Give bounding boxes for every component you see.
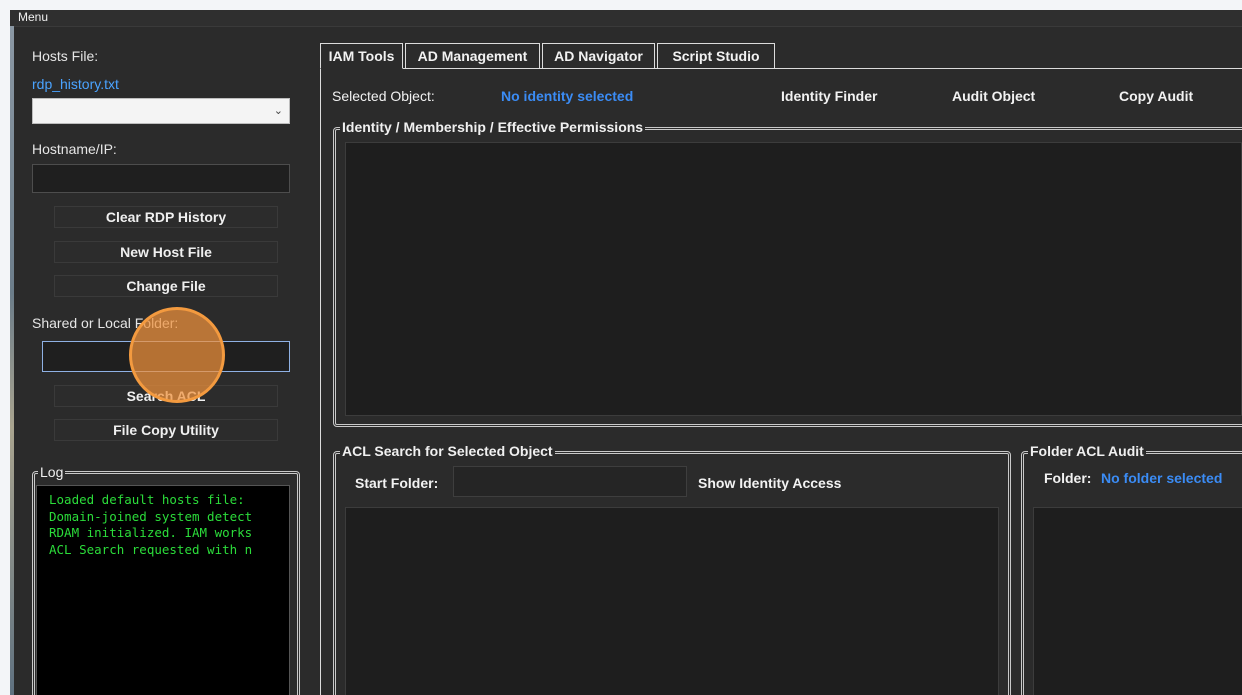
hostname-label: Hostname/IP: [32, 141, 117, 157]
hosts-file-name[interactable]: rdp_history.txt [32, 76, 119, 92]
acl-group-title: ACL Search for Selected Object [340, 443, 555, 459]
menu-item[interactable]: Menu [18, 10, 48, 24]
log-output[interactable]: Loaded default hosts file: Domain-joined… [36, 485, 290, 695]
chevron-down-icon: ⌄ [273, 105, 283, 117]
identity-group-title: Identity / Membership / Effective Permis… [340, 119, 646, 135]
tab-script-studio[interactable]: Script Studio [657, 43, 775, 69]
new-host-file-button[interactable]: New Host File [54, 241, 278, 263]
selected-object-value: No identity selected [501, 88, 634, 104]
folder-value: No folder selected [1101, 470, 1223, 486]
selected-object-label: Selected Object: [332, 88, 435, 104]
tab-ad-management[interactable]: AD Management [405, 43, 540, 69]
hosts-combo[interactable]: ⌄ [32, 98, 290, 124]
copy-audit-button[interactable]: Copy Audit [1119, 88, 1193, 104]
log-line: Domain-joined system detect [49, 508, 253, 524]
app-window: Menu Hosts File: rdp_history.txt ⌄ Hostn… [10, 10, 1242, 695]
tab-ad-navigator[interactable]: AD Navigator [542, 43, 655, 69]
hosts-file-label: Hosts File: [32, 48, 99, 64]
clear-rdp-history-button[interactable]: Clear RDP History [54, 206, 278, 228]
identity-finder-button[interactable]: Identity Finder [781, 88, 877, 104]
folder-audit-title: Folder ACL Audit [1028, 443, 1146, 459]
start-folder-input[interactable] [453, 466, 687, 497]
menu-bar: Menu [10, 10, 1242, 27]
file-copy-utility-button[interactable]: File Copy Utility [54, 419, 278, 441]
tab-iam-tools[interactable]: IAM Tools [320, 43, 403, 69]
acl-results-pane[interactable] [345, 507, 999, 695]
log-line: RDAM initialized. IAM works [49, 525, 253, 540]
click-marker [129, 307, 225, 403]
show-identity-access-button[interactable]: Show Identity Access [698, 475, 841, 491]
log-line: Loaded default hosts file: [49, 492, 245, 507]
hostname-input[interactable] [32, 164, 290, 193]
desktop-edge [10, 26, 14, 695]
folder-label-right: Folder: [1044, 470, 1092, 486]
identity-results-pane[interactable] [345, 142, 1242, 416]
folder-audit-results-pane[interactable] [1033, 507, 1242, 695]
start-folder-label: Start Folder: [355, 475, 439, 491]
log-line: ACL Search requested with n [49, 541, 253, 557]
log-title: Log [38, 464, 66, 480]
change-file-button[interactable]: Change File [54, 275, 278, 297]
audit-object-button[interactable]: Audit Object [952, 88, 1035, 104]
